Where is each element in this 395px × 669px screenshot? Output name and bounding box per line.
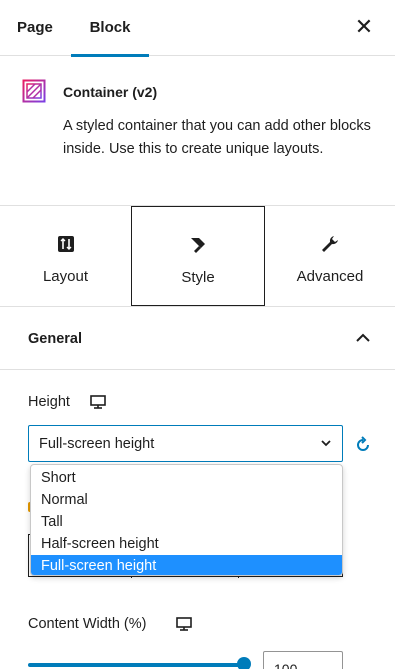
tab-style-label: Style (181, 269, 215, 286)
container-block-icon (22, 79, 46, 103)
block-description: A styled container that you can add othe… (63, 118, 371, 157)
layout-icon (57, 236, 74, 252)
sidebar-tabs: Page Block ✕ (0, 0, 395, 57)
general-section-toggle[interactable]: General (0, 307, 395, 370)
chevron-up-icon (356, 333, 370, 342)
height-select[interactable]: Full-screen height (28, 425, 343, 462)
block-title: Container (v2) (63, 84, 158, 100)
inspector-tabs: Layout Style Advanced (0, 206, 395, 307)
tab-advanced[interactable]: Advanced (265, 206, 395, 306)
height-options-list: Short Normal Tall Half-screen height Ful… (30, 464, 343, 576)
height-label: Height (28, 394, 70, 410)
option-normal[interactable]: Normal (31, 489, 342, 511)
content-width-label: Content Width (%) (28, 616, 147, 632)
tab-style[interactable]: Style (131, 206, 265, 306)
tab-block[interactable]: Block (71, 0, 149, 57)
paint-brush-icon (191, 238, 205, 253)
desktop-icon[interactable] (90, 395, 106, 409)
desktop-icon[interactable] (176, 617, 192, 631)
close-icon[interactable]: ✕ (354, 16, 374, 38)
wrench-icon (322, 236, 338, 252)
option-tall[interactable]: Tall (31, 511, 342, 533)
option-half-screen[interactable]: Half-screen height (31, 533, 342, 555)
tab-page[interactable]: Page (17, 0, 53, 56)
option-full-screen[interactable]: Full-screen height (31, 555, 342, 575)
reset-icon[interactable] (354, 436, 372, 454)
content-width-input[interactable]: 100 (263, 651, 343, 669)
chevron-down-icon (321, 440, 331, 447)
tab-layout-label: Layout (42, 268, 89, 285)
option-short[interactable]: Short (31, 467, 342, 489)
height-select-value: Full-screen height (39, 436, 155, 452)
content-width-slider-track[interactable] (28, 663, 244, 667)
tab-advanced-label: Advanced (296, 268, 364, 285)
block-card: Container (v2) A styled container that y… (0, 57, 395, 206)
tab-layout[interactable]: Layout (0, 206, 131, 306)
section-title: General (28, 331, 82, 347)
content-width-slider-thumb[interactable] (237, 657, 251, 669)
